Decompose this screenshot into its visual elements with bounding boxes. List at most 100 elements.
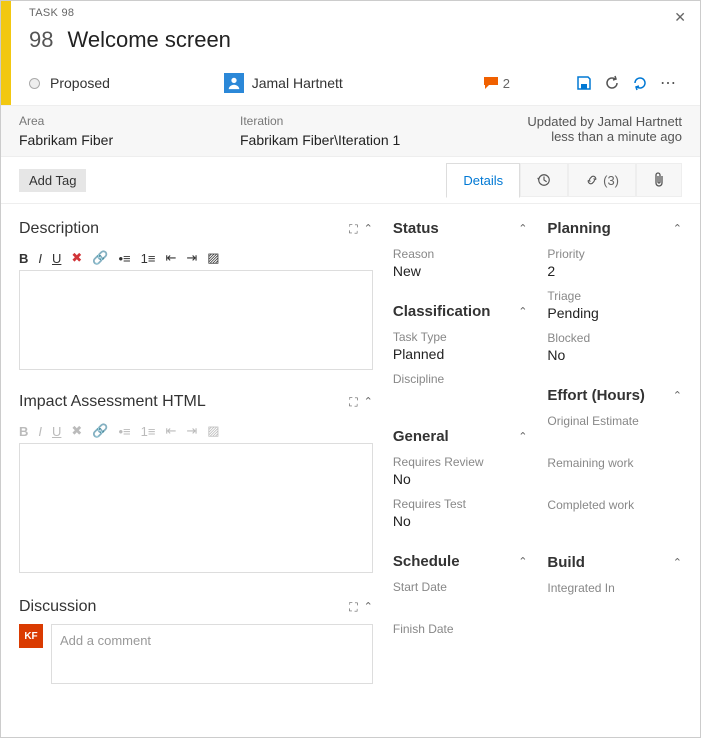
iteration-label: Iteration: [240, 114, 461, 128]
collapse-icon[interactable]: ⌃: [518, 222, 527, 235]
link-icon[interactable]: 🔗: [92, 250, 108, 266]
state-dot-icon: [29, 78, 40, 89]
area-label: Area: [19, 114, 240, 128]
schedule-heading: Schedule: [393, 553, 460, 570]
impact-heading: Impact Assessment HTML: [19, 393, 349, 411]
completed-work-value[interactable]: [547, 514, 682, 530]
planning-heading: Planning: [547, 220, 610, 237]
close-icon[interactable]: ✕: [674, 9, 686, 26]
fullscreen-icon[interactable]: ⛶: [349, 222, 357, 237]
triage-label: Triage: [547, 289, 682, 303]
updated-by: Updated by Jamal Hartnett: [461, 114, 682, 129]
impact-input[interactable]: [19, 443, 373, 573]
italic-icon: I: [38, 424, 42, 439]
description-input[interactable]: [19, 270, 373, 370]
general-heading: General: [393, 428, 449, 445]
bullets-icon[interactable]: •≡: [119, 251, 131, 266]
discipline-value[interactable]: [393, 388, 528, 404]
accent-bar: [1, 1, 11, 105]
requires-review-value[interactable]: No: [393, 471, 528, 487]
state-text[interactable]: Proposed: [50, 75, 110, 91]
collapse-icon[interactable]: ⌃: [364, 600, 373, 615]
more-actions-button[interactable]: ⋯: [654, 69, 682, 97]
bold-icon[interactable]: B: [19, 251, 28, 266]
remaining-work-value[interactable]: [547, 472, 682, 488]
remaining-work-label: Remaining work: [547, 456, 682, 470]
requires-review-label: Requires Review: [393, 455, 528, 469]
tab-history[interactable]: [520, 163, 568, 197]
image-icon[interactable]: ▨: [207, 250, 219, 266]
collapse-icon[interactable]: ⌃: [518, 430, 527, 443]
priority-label: Priority: [547, 247, 682, 261]
numbers-icon[interactable]: 1≡: [141, 251, 156, 266]
discipline-label: Discipline: [393, 372, 528, 386]
iteration-value[interactable]: Fabrikam Fiber\Iteration 1: [240, 132, 461, 148]
updated-when: less than a minute ago: [461, 129, 682, 144]
area-value[interactable]: Fabrikam Fiber: [19, 132, 240, 148]
comment-input[interactable]: Add a comment: [51, 624, 373, 684]
collapse-icon[interactable]: ⌃: [518, 305, 527, 318]
start-date-label: Start Date: [393, 580, 528, 594]
numbers-icon: 1≡: [141, 424, 156, 439]
outdent-icon: ⇤: [165, 423, 176, 439]
tasktype-value[interactable]: Planned: [393, 346, 528, 362]
description-heading: Description: [19, 220, 349, 238]
tasktype-label: Task Type: [393, 330, 528, 344]
bullets-icon: •≡: [119, 424, 131, 439]
task-title[interactable]: Welcome screen: [67, 27, 230, 53]
reason-label: Reason: [393, 247, 528, 261]
undo-button[interactable]: [626, 69, 654, 97]
indent-icon[interactable]: ⇥: [186, 250, 197, 266]
refresh-button[interactable]: [598, 69, 626, 97]
assignee-avatar-icon: [224, 73, 244, 93]
discussion-heading: Discussion: [19, 598, 349, 616]
assignee-name: Jamal Hartnett: [252, 75, 343, 91]
fullscreen-icon[interactable]: ⛶: [349, 395, 357, 410]
save-button[interactable]: [570, 69, 598, 97]
tab-attachments[interactable]: [636, 163, 682, 197]
collapse-icon[interactable]: ⌃: [673, 222, 682, 235]
blocked-label: Blocked: [547, 331, 682, 345]
tab-links-count: (3): [603, 173, 619, 188]
outdent-icon[interactable]: ⇤: [165, 250, 176, 266]
underline-icon[interactable]: U: [52, 251, 61, 266]
task-id: 98: [29, 27, 53, 53]
clear-format-icon[interactable]: ✖: [71, 250, 82, 266]
collapse-icon[interactable]: ⌃: [673, 556, 682, 569]
bold-icon: B: [19, 424, 28, 439]
collapse-icon[interactable]: ⌃: [518, 555, 527, 568]
image-icon: ▨: [207, 423, 219, 439]
underline-icon: U: [52, 424, 61, 439]
assignee-field[interactable]: Jamal Hartnett: [224, 73, 343, 93]
comments-indicator[interactable]: 2: [483, 76, 510, 91]
status-heading: Status: [393, 220, 439, 237]
task-type-label: TASK 98: [29, 7, 682, 19]
reason-value[interactable]: New: [393, 263, 528, 279]
tab-details[interactable]: Details: [446, 163, 520, 198]
build-heading: Build: [547, 554, 585, 571]
requires-test-label: Requires Test: [393, 497, 528, 511]
impact-toolbar: B I U ✖ 🔗 •≡ 1≡ ⇤ ⇥ ▨: [19, 419, 373, 443]
finish-date-label: Finish Date: [393, 622, 528, 636]
clear-format-icon: ✖: [71, 423, 82, 439]
collapse-icon[interactable]: ⌃: [673, 389, 682, 402]
collapse-icon[interactable]: ⌃: [364, 395, 373, 410]
collapse-icon[interactable]: ⌃: [364, 222, 373, 237]
fullscreen-icon[interactable]: ⛶: [349, 600, 357, 615]
tab-links[interactable]: (3): [568, 163, 636, 197]
add-tag-button[interactable]: Add Tag: [19, 169, 86, 192]
start-date-value[interactable]: [393, 596, 528, 612]
original-estimate-value[interactable]: [547, 430, 682, 446]
description-toolbar: B I U ✖ 🔗 •≡ 1≡ ⇤ ⇥ ▨: [19, 246, 373, 270]
triage-value[interactable]: Pending: [547, 305, 682, 321]
priority-value[interactable]: 2: [547, 263, 682, 279]
effort-heading: Effort (Hours): [547, 387, 645, 404]
requires-test-value[interactable]: No: [393, 513, 528, 529]
comments-count: 2: [503, 76, 510, 91]
user-avatar: KF: [19, 624, 43, 648]
blocked-value[interactable]: No: [547, 347, 682, 363]
integrated-in-label: Integrated In: [547, 581, 682, 595]
italic-icon[interactable]: I: [38, 251, 42, 266]
classification-heading: Classification: [393, 303, 491, 320]
indent-icon: ⇥: [186, 423, 197, 439]
